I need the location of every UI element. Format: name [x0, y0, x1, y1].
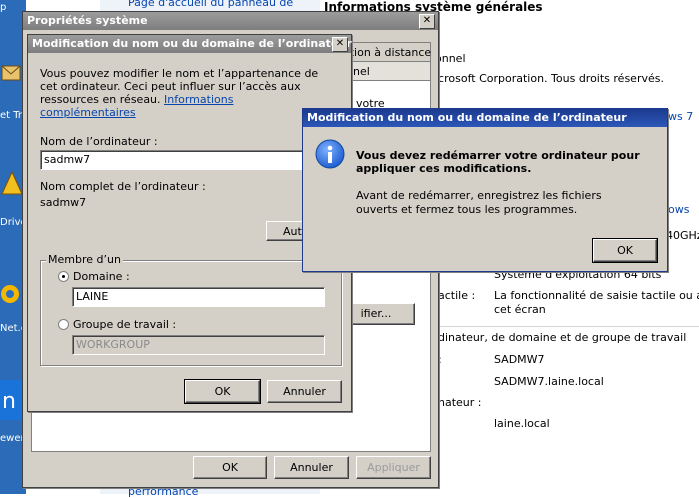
info-label: actile : [438, 289, 476, 302]
computer-name-input[interactable]: sadmw7 [40, 150, 340, 170]
info-text: icrosoft Corporation. Tous droits réserv… [435, 72, 664, 85]
ok-button[interactable]: OK [592, 238, 658, 263]
workgroup-label: Groupe de travail : [73, 318, 177, 331]
domain-input[interactable]: LAINE [72, 287, 325, 307]
rename-titlebar: Modification du nom ou du domaine de l’o… [28, 35, 352, 53]
info-link[interactable]: ws 7 [668, 110, 693, 123]
desktop-label: p [0, 2, 7, 13]
control-panel-home-link[interactable]: Page d'accueil du panneau de [128, 0, 293, 9]
computer-name-label: Nom de l’ordinateur : [40, 135, 158, 148]
message-title: Modification du nom ou du domaine de l’o… [307, 111, 627, 124]
message-main: Vous devez redémarrer votre ordinateur p… [356, 149, 640, 175]
section-heading: dinateur, de domaine et de groupe de tra… [438, 331, 687, 344]
apply-button-label: Appliquer [367, 461, 420, 474]
close-icon: ✕ [335, 38, 345, 49]
drive-icon[interactable] [0, 170, 24, 200]
tab-label: nel [353, 65, 370, 78]
info-value: cet écran [494, 303, 546, 316]
svg-text:n: n [2, 389, 16, 414]
workgroup-input[interactable]: WORKGROUP [72, 335, 325, 355]
modify-button-label: ifier... [360, 307, 392, 320]
close-button[interactable]: ✕ [332, 37, 348, 52]
info-text: 40GHz [666, 229, 699, 242]
message-sub: Avant de redémarrer, enregistrez les fic… [356, 189, 602, 216]
full-name-value: sadmw7 [40, 196, 87, 209]
info-label: nateur : [438, 396, 482, 409]
ok-button-label: OK [222, 461, 238, 474]
cancel-button[interactable]: Annuler [267, 380, 342, 403]
viewer-icon[interactable]: n [0, 380, 24, 420]
info-icon [315, 139, 345, 169]
ok-button-label: OK [214, 385, 231, 398]
cancel-button[interactable]: Annuler [274, 456, 349, 479]
info-value: La fonctionnalité de saisie tactile ou a… [494, 289, 699, 302]
window-title: Propriétés système [27, 14, 148, 27]
close-icon: ✕ [422, 15, 432, 26]
info-text: onnel [435, 52, 466, 65]
cancel-button-label: Annuler [283, 385, 326, 398]
domain-label: Domaine : [73, 270, 130, 283]
desktop-label: ewer [0, 433, 25, 444]
member-of-label: Membre d’un [46, 253, 123, 266]
dialog-title: Modification du nom ou du domaine de l’o… [32, 37, 352, 50]
cancel-button-label: Annuler [290, 461, 333, 474]
tab-label: ation à distance [343, 46, 432, 59]
full-name-label: Nom complet de l’ordinateur : [40, 180, 206, 193]
workgroup-radio[interactable] [58, 319, 69, 330]
intro-text: Vous pouvez modifier le nom et l’apparte… [40, 67, 330, 119]
mail-icon[interactable] [0, 60, 24, 90]
restart-message-box: Modification du nom ou du domaine de l’o… [302, 108, 668, 272]
domain-radio[interactable] [58, 271, 69, 282]
full-name-value: SADMW7.laine.local [494, 375, 604, 388]
ok-button[interactable]: OK [184, 379, 261, 404]
close-button[interactable]: ✕ [419, 14, 435, 29]
network-icon[interactable] [0, 280, 24, 310]
ok-button[interactable]: OK [193, 456, 267, 479]
system-properties-titlebar: Propriétés système [23, 12, 438, 30]
separator [435, 326, 699, 327]
message-titlebar: Modification du nom ou du domaine de l’o… [303, 109, 667, 127]
ok-button-label: OK [617, 244, 633, 257]
apply-button[interactable]: Appliquer [356, 456, 431, 479]
info-link[interactable]: ows [668, 203, 689, 216]
computer-name-value: SADMW7 [494, 353, 545, 366]
domain-value: laine.local [494, 417, 550, 430]
